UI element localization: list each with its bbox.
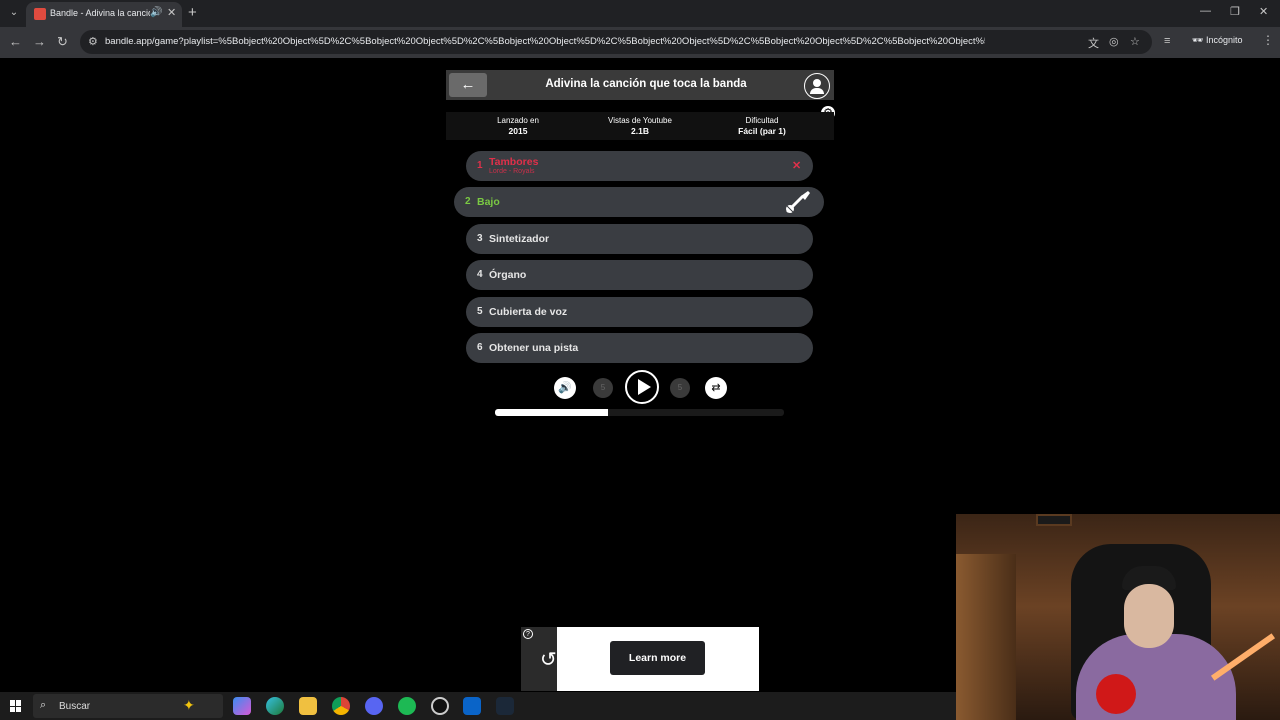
- tab-strip: ⌄ Bandle - Adivina la canción 🔊 ✕ + — ❐ …: [0, 0, 1280, 27]
- new-tab-button[interactable]: +: [188, 4, 197, 21]
- release-year: Lanzado en 2015: [458, 116, 578, 136]
- row-label: Obtener una pista: [489, 342, 579, 354]
- tab-title: Bandle - Adivina la canción: [50, 8, 150, 18]
- menu-icon[interactable]: ⋮: [1262, 33, 1274, 47]
- steam-icon[interactable]: [496, 697, 514, 715]
- copilot-icon[interactable]: [233, 697, 251, 715]
- tab-audio-icon[interactable]: 🔊: [150, 7, 162, 18]
- difficulty-value: Fácil (par 1): [738, 126, 786, 136]
- volume-icon[interactable]: 🔊: [554, 377, 576, 399]
- ad-info-icon[interactable]: ?: [523, 629, 533, 639]
- row-number: 1: [477, 160, 483, 171]
- ad-banner[interactable]: ? ↺ Learn more: [521, 627, 759, 691]
- url-text[interactable]: bandle.app/game?playlist=%5Bobject%20Obj…: [105, 36, 985, 47]
- row-label: Sintetizador: [489, 233, 550, 245]
- row-number: 3: [477, 233, 483, 244]
- windows-start-icon[interactable]: [10, 700, 22, 712]
- chrome-icon[interactable]: [332, 697, 350, 715]
- windows-taskbar: ⌕ Buscar ✦: [0, 692, 956, 720]
- play-icon: [638, 379, 651, 395]
- rewind-5-button[interactable]: 5: [593, 378, 613, 398]
- playback-progress-bar[interactable]: [495, 409, 784, 416]
- row-number: 4: [477, 269, 483, 280]
- tracking-protection-icon[interactable]: ◎: [1109, 35, 1119, 48]
- taskbar-search[interactable]: ⌕ Buscar ✦: [33, 694, 223, 718]
- bandle-favicon-icon: [34, 8, 46, 20]
- discord-icon[interactable]: [365, 697, 383, 715]
- difficulty-label: Dificultad: [745, 116, 779, 125]
- spotify-icon[interactable]: [398, 697, 416, 715]
- obs-icon[interactable]: [431, 697, 449, 715]
- ad-thumbnail[interactable]: ? ↺: [521, 627, 557, 691]
- replay-icon[interactable]: ↺: [540, 647, 557, 672]
- youtube-views-label: Vistas de Youtube: [608, 116, 672, 125]
- page-title: Adivina la canción que toca la banda: [545, 78, 747, 90]
- forward-label: 5: [677, 383, 683, 392]
- release-year-value: 2015: [508, 126, 528, 136]
- microphone: [1096, 674, 1136, 714]
- profile-icon[interactable]: [804, 73, 830, 99]
- back-arrow-icon[interactable]: ←: [9, 34, 22, 49]
- game-header: ← Adivina la canción que toca la banda: [446, 70, 834, 100]
- row-label: Órgano: [489, 269, 527, 281]
- guess-row-2[interactable]: 2 Bajo: [454, 187, 824, 217]
- window-close-icon[interactable]: ✕: [1259, 5, 1268, 18]
- release-year-label: Lanzado en: [497, 116, 539, 125]
- guess-row-5[interactable]: 5 Cubierta de voz: [466, 297, 813, 327]
- search-placeholder: Buscar: [59, 701, 91, 712]
- guess-row-1[interactable]: 1 Tambores Lorde - Royals ✕: [466, 151, 813, 181]
- forward-5-button[interactable]: 5: [670, 378, 690, 398]
- webcam-overlay: [956, 514, 1280, 720]
- wrong-x-icon: ✕: [792, 160, 802, 172]
- row-number: 2: [465, 196, 471, 207]
- restore-icon[interactable]: ❐: [1230, 5, 1240, 18]
- bass-guitar-icon: [786, 191, 810, 213]
- address-bar[interactable]: ⚙ bandle.app/game?playlist=%5Bobject%20O…: [80, 30, 1152, 54]
- reading-list-icon[interactable]: ≡: [1164, 35, 1170, 47]
- guess-row-6[interactable]: 6 Obtener una pista: [466, 333, 813, 363]
- youtube-views: Vistas de Youtube 2.1B: [580, 116, 700, 136]
- forward-arrow-icon[interactable]: →: [33, 34, 46, 49]
- navigation-bar: ← → ↻ ⚙ bandle.app/game?playlist=%5Bobje…: [0, 27, 1280, 58]
- row-label: Cubierta de voz: [489, 306, 568, 318]
- wrong-guess-text: Lorde - Royals: [489, 168, 535, 175]
- translate-icon[interactable]: 文: [1088, 35, 1099, 51]
- row-number: 5: [477, 306, 483, 317]
- reload-icon[interactable]: ↻: [57, 34, 68, 50]
- file-explorer-icon[interactable]: [299, 697, 317, 715]
- song-info-bar: Lanzado en 2015 Vistas de Youtube 2.1B D…: [446, 112, 834, 140]
- row-label: Bajo: [477, 196, 500, 208]
- guess-row-4[interactable]: 4 Órgano: [466, 260, 813, 290]
- tab-search-icon[interactable]: ⌄: [6, 5, 22, 21]
- difficulty: Dificultad Fácil (par 1): [702, 116, 822, 136]
- youtube-views-value: 2.1B: [631, 126, 649, 136]
- incognito-label: Incógnito: [1205, 35, 1243, 45]
- search-icon: ⌕: [40, 699, 47, 711]
- outlook-icon[interactable]: [463, 697, 481, 715]
- edge-icon[interactable]: [266, 697, 284, 715]
- incognito-badge[interactable]: 🕶 Incógnito: [1192, 35, 1242, 46]
- rewind-label: 5: [600, 383, 606, 392]
- back-button[interactable]: ←: [449, 73, 487, 97]
- minimize-icon[interactable]: —: [1200, 5, 1211, 17]
- shuffle-off-icon[interactable]: ⇄: [705, 377, 727, 399]
- progress-fill: [495, 409, 608, 416]
- browser-window-chrome: ⌄ Bandle - Adivina la canción 🔊 ✕ + — ❐ …: [0, 0, 1280, 58]
- tab-active[interactable]: Bandle - Adivina la canción 🔊 ✕: [26, 2, 182, 27]
- tab-close-icon[interactable]: ✕: [167, 6, 176, 19]
- guess-row-3[interactable]: 3 Sintetizador: [466, 224, 813, 254]
- learn-more-button[interactable]: Learn more: [610, 641, 705, 675]
- play-button[interactable]: [625, 370, 659, 404]
- site-info-icon[interactable]: ⚙: [88, 35, 98, 48]
- row-number: 6: [477, 342, 483, 353]
- player-controls: 🔊 5 5 ⇄: [446, 370, 834, 406]
- search-highlight-icon: ✦: [183, 697, 195, 713]
- row-label: Tambores: [489, 156, 539, 168]
- bookmark-star-icon[interactable]: ☆: [1130, 35, 1140, 48]
